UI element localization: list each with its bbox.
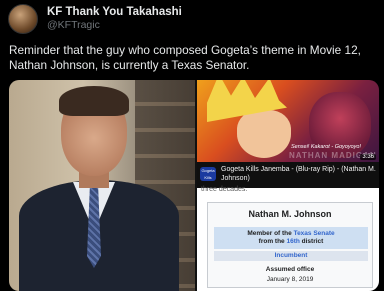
display-name[interactable]: KF Thank You Takahashi	[47, 6, 182, 19]
video-title[interactable]: Gogeta Kills Janemba - (Blu-ray Rip) - (…	[221, 166, 377, 183]
texas-senate-link[interactable]: Texas Senate	[294, 230, 335, 237]
tweet-text: Reminder that the guy who composed Goget…	[9, 43, 361, 72]
member-prefix: Member of the	[247, 230, 292, 237]
avatar[interactable]	[8, 4, 38, 34]
assumed-office-label: Assumed office	[265, 266, 315, 273]
photo-hair	[59, 86, 129, 116]
member-from: from the	[258, 238, 285, 245]
wiki-infobox: Nathan M. Johnson Member of the Texas Se…	[207, 202, 373, 288]
wiki-member-box: Member of the Texas Senate from the 16th…	[214, 227, 368, 249]
incumbent-label[interactable]: Incumbent	[214, 251, 368, 261]
assumed-office-date: January 8, 2019	[266, 276, 314, 283]
tweet-header: KF Thank You Takahashi @KFTragic	[8, 4, 182, 34]
channel-thumbnail[interactable]: Gogeta Kills	[200, 167, 216, 181]
user-handle[interactable]: @KFTragic	[47, 19, 182, 32]
video-info-bar[interactable]: Gogeta Kills Gogeta Kills Janemba - (Blu…	[197, 162, 379, 188]
author-names: KF Thank You Takahashi @KFTragic	[47, 6, 182, 32]
video-duration: 3:36	[360, 154, 376, 160]
video-thumbnail[interactable]: Sensei! Kakarot - Goyoyoyo! NATHAN MADIG…	[197, 80, 379, 162]
portrait-photo[interactable]	[9, 80, 195, 291]
video-subtitle: Sensei! Kakarot - Goyoyoyo!	[290, 144, 361, 150]
video-character-face	[237, 110, 291, 158]
district-suffix: district	[301, 238, 324, 245]
district-link[interactable]: 16th	[286, 238, 299, 245]
wiki-snippet: three decades.	[201, 186, 248, 193]
wiki-name: Nathan M. Johnson	[248, 209, 332, 219]
media-grid: Sensei! Kakarot - Goyoyoyo! NATHAN MADIG…	[9, 80, 379, 291]
wiki-screenshot: three decades. Nathan M. Johnson Member …	[197, 186, 379, 291]
